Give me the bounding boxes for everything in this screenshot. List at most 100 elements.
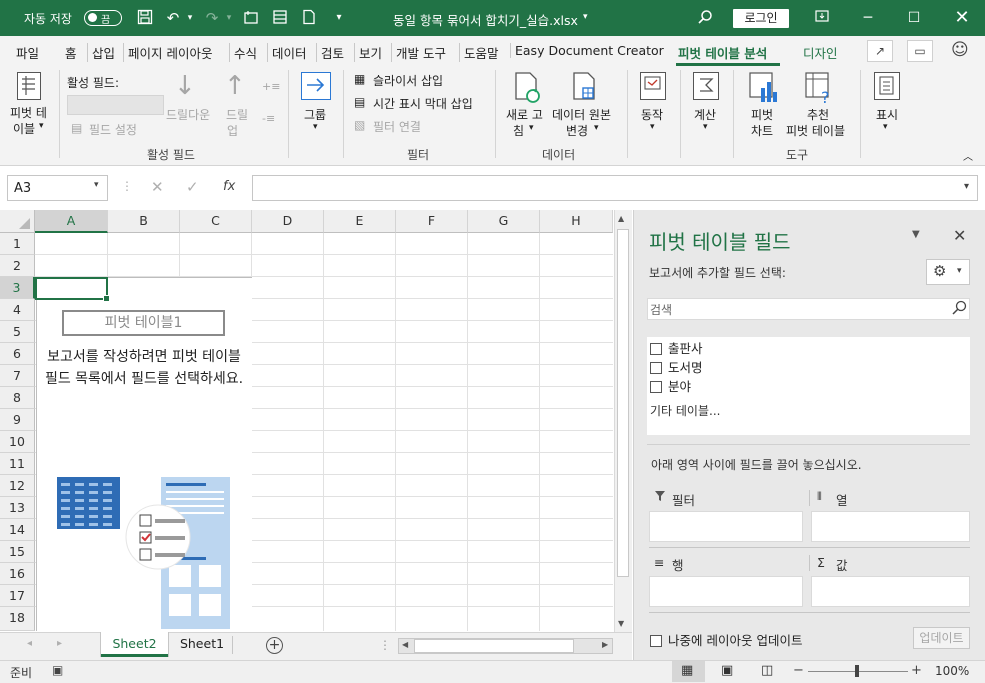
row-header-5[interactable]: 5 <box>0 321 35 343</box>
tab-pivottable-analyze[interactable]: 피벗 테이블 분석 <box>678 43 767 62</box>
tab-developer[interactable]: 개발 도구 <box>391 43 446 62</box>
field-item-book-title[interactable]: 도서명 <box>650 357 703 376</box>
page-layout-view-icon[interactable]: ▣ <box>721 663 733 678</box>
row-header-10[interactable]: 10 <box>0 431 35 453</box>
column-header-g[interactable]: G <box>468 210 540 233</box>
macro-recording-icon[interactable]: ▣ <box>52 663 63 677</box>
field-search-input[interactable] <box>647 298 970 320</box>
column-header-h[interactable]: H <box>540 210 613 233</box>
field-item-category[interactable]: 분야 <box>650 376 691 395</box>
rows-drop-area[interactable] <box>649 576 803 607</box>
row-header-12[interactable]: 12 <box>0 475 35 497</box>
column-header-b[interactable]: B <box>108 210 180 233</box>
recommended-pivottables-button[interactable]: 추천 <box>807 106 829 123</box>
scroll-right-icon[interactable]: ▶ <box>602 640 608 649</box>
tab-page-layout[interactable]: 페이지 레이아웃 <box>123 43 212 62</box>
row-header-4[interactable]: 4 <box>0 299 35 321</box>
zoom-slider-thumb[interactable] <box>855 665 859 677</box>
scroll-up-icon[interactable]: ▲ <box>618 214 624 223</box>
active-cell-a3[interactable] <box>35 277 110 302</box>
tab-help[interactable]: 도움말 <box>459 43 499 62</box>
row-header-8[interactable]: 8 <box>0 387 35 409</box>
vertical-scroll-thumb[interactable] <box>617 229 629 577</box>
next-sheet-icon[interactable]: ▸ <box>57 638 62 649</box>
row-header-15[interactable]: 15 <box>0 541 35 563</box>
row-header-7[interactable]: 7 <box>0 365 35 387</box>
change-data-source-button[interactable]: 데이터 원본 <box>552 106 611 123</box>
column-header-e[interactable]: E <box>324 210 396 233</box>
pivottable-button[interactable]: 피벗 테 <box>10 104 47 121</box>
login-button[interactable]: 로그인 <box>733 9 789 28</box>
save-icon[interactable] <box>136 9 154 27</box>
prev-sheet-icon[interactable]: ◂ <box>27 638 32 649</box>
close-pane-icon[interactable]: ✕ <box>953 226 966 245</box>
tab-split-grip-icon[interactable]: ⋮ <box>379 638 391 652</box>
new-document-icon[interactable] <box>300 9 318 27</box>
insert-timeline-button[interactable]: 시간 표시 막대 삽입 <box>373 95 473 112</box>
more-tables-link[interactable]: 기타 테이블... <box>650 402 720 419</box>
zoom-in-button[interactable]: + <box>911 663 922 678</box>
expand-formula-bar-icon[interactable]: ▾ <box>964 181 969 192</box>
group-button[interactable]: 그룹 <box>304 106 326 123</box>
new-sheet-plus-icon[interactable]: + <box>266 637 283 654</box>
defer-layout-update[interactable]: 나중에 레이아웃 업데이트 <box>650 630 802 649</box>
row-header-14[interactable]: 14 <box>0 519 35 541</box>
show-button[interactable]: 표시 <box>876 106 898 123</box>
columns-drop-area[interactable] <box>811 511 970 542</box>
checkbox[interactable] <box>650 381 662 393</box>
pivotchart-button[interactable]: 피벗 <box>751 106 773 123</box>
share-icon[interactable]: ↗ <box>867 40 893 62</box>
tab-formulas[interactable]: 수식 <box>229 43 257 62</box>
close-icon[interactable]: ✕ <box>952 8 972 28</box>
page-break-preview-icon[interactable]: ◫ <box>761 663 773 678</box>
row-header-9[interactable]: 9 <box>0 409 35 431</box>
formula-input[interactable] <box>252 175 978 201</box>
zoom-out-button[interactable]: − <box>793 663 804 678</box>
checkbox[interactable] <box>650 362 662 374</box>
horizontal-scroll-thumb[interactable] <box>414 639 574 653</box>
scroll-down-icon[interactable]: ▼ <box>618 619 624 628</box>
tab-review[interactable]: 검토 <box>316 43 344 62</box>
zoom-level[interactable]: 100% <box>935 664 969 678</box>
insert-slicer-button[interactable]: 슬라이서 삽입 <box>373 72 443 89</box>
search-icon[interactable] <box>696 9 714 27</box>
tab-file[interactable]: 파일 <box>16 43 39 62</box>
customize-qat-icon[interactable]: ▾ <box>330 9 348 27</box>
row-header-13[interactable]: 13 <box>0 497 35 519</box>
select-all-corner[interactable] <box>0 210 35 233</box>
undo-icon[interactable]: ↶ <box>164 9 182 27</box>
column-header-a[interactable]: A <box>35 210 108 233</box>
name-box[interactable]: A3 <box>7 175 108 201</box>
form-icon[interactable] <box>271 9 289 27</box>
refresh-button[interactable]: 새로 고 <box>506 106 543 123</box>
tab-easy-document-creator[interactable]: Easy Document Creator <box>510 43 664 58</box>
column-header-f[interactable]: F <box>396 210 468 233</box>
title-dropdown-icon[interactable]: ▾ <box>583 12 588 22</box>
row-header-6[interactable]: 6 <box>0 343 35 365</box>
row-header-3[interactable]: 3 <box>0 277 35 299</box>
scroll-left-icon[interactable]: ◀ <box>402 640 408 649</box>
row-header-17[interactable]: 17 <box>0 585 35 607</box>
field-item-publisher[interactable]: 출판사 <box>650 338 703 357</box>
values-drop-area[interactable] <box>811 576 970 607</box>
new-folder-icon[interactable] <box>242 9 260 27</box>
sheet-tab-sheet1[interactable]: Sheet1 <box>172 632 232 657</box>
smiley-feedback-icon[interactable]: ☺ <box>951 40 969 60</box>
collapse-ribbon-icon[interactable]: ︿ <box>963 148 973 163</box>
checkbox[interactable] <box>650 343 662 355</box>
column-header-d[interactable]: D <box>252 210 324 233</box>
tab-home[interactable]: 홈 <box>65 43 77 62</box>
undo-dropdown-icon[interactable]: ▾ <box>181 9 199 27</box>
comments-icon[interactable]: ▭ <box>907 40 933 62</box>
minimize-icon[interactable]: ─ <box>858 8 878 28</box>
calculations-button[interactable]: 계산 <box>694 106 716 123</box>
insert-function-button[interactable]: fx <box>223 179 235 194</box>
actions-button[interactable]: 동작 <box>641 106 663 123</box>
row-header-11[interactable]: 11 <box>0 453 35 475</box>
row-header-1[interactable]: 1 <box>0 233 35 255</box>
row-header-2[interactable]: 2 <box>0 255 35 277</box>
tab-view[interactable]: 보기 <box>354 43 382 62</box>
checkbox[interactable] <box>650 635 662 647</box>
sheet-tab-sheet2[interactable]: Sheet2 <box>101 632 168 657</box>
autosave-toggle[interactable]: 끔 <box>84 10 122 26</box>
